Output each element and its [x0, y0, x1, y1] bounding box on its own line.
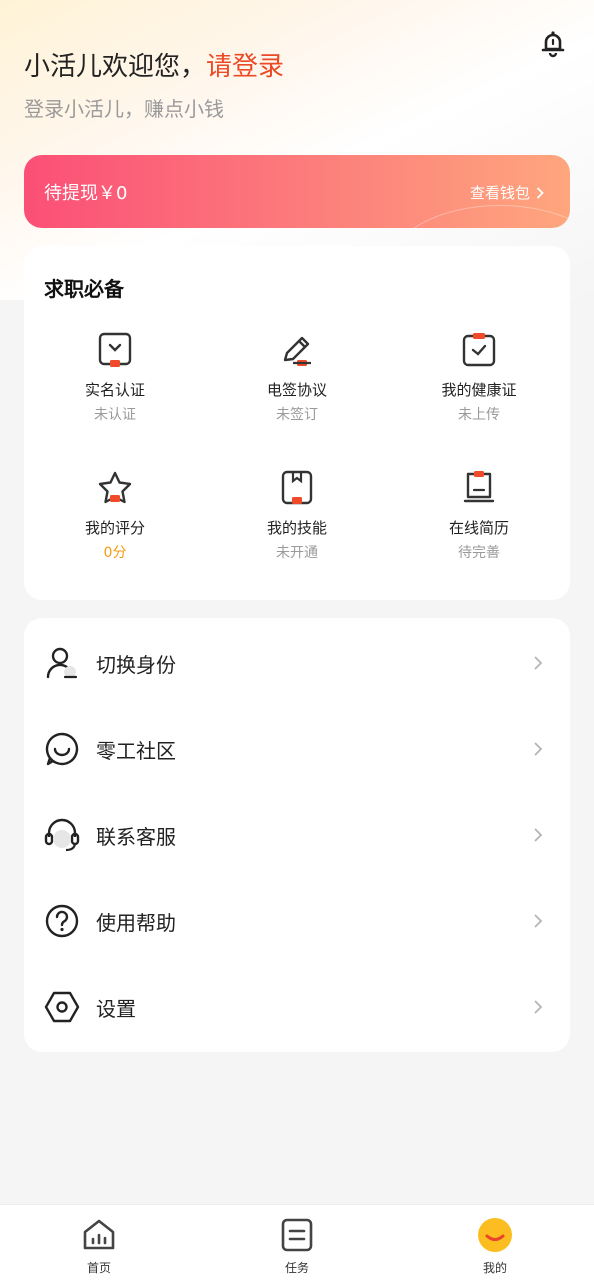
tab-mine[interactable]: 我的	[435, 1217, 555, 1276]
id-verify-icon	[98, 332, 132, 367]
tab-tasks[interactable]: 任务	[237, 1217, 357, 1276]
menu-item-contact-support[interactable]: 联系客服	[24, 792, 570, 878]
tab-home[interactable]: 首页	[39, 1217, 159, 1276]
grid-item-status: 未开通	[276, 545, 318, 561]
grid-item-status: 未签订	[276, 407, 318, 423]
grid-item-my-rating[interactable]: 我的评分 0分	[24, 468, 206, 562]
welcome-text: 小活儿欢迎您，	[24, 52, 207, 82]
chevron-right-icon	[536, 186, 544, 199]
grid-item-e-sign-agreement[interactable]: 电签协议 未签订	[206, 330, 388, 424]
grid-item-status: 0分	[103, 545, 127, 561]
menu-item-label: 零工社区	[96, 738, 176, 763]
grid-item-label: 我的评分	[84, 519, 145, 537]
grid-item-label: 实名认证	[84, 381, 145, 399]
grid-item-online-resume[interactable]: 在线简历 待完善	[388, 468, 570, 562]
login-link[interactable]: 请登录	[206, 52, 284, 82]
grid-item-my-skills[interactable]: 我的技能 未开通	[206, 468, 388, 562]
wallet-decoration	[390, 205, 570, 228]
notification-bell-icon[interactable]	[536, 26, 570, 60]
tab-label: 任务	[284, 1261, 309, 1275]
chevron-right-icon	[534, 656, 543, 670]
view-wallet-link[interactable]: 查看钱包	[470, 182, 544, 203]
menu-item-help[interactable]: 使用帮助	[24, 878, 570, 964]
bottom-tab-bar: 首页 任务 我的	[0, 1204, 594, 1280]
settings-icon	[44, 991, 80, 1023]
help-icon	[45, 904, 79, 938]
pending-withdrawal: 待提现￥0	[44, 183, 128, 204]
tab-label: 我的	[482, 1261, 507, 1275]
book-icon	[281, 470, 313, 505]
profile-smile-icon	[478, 1218, 512, 1252]
clipboard-check-icon	[462, 333, 496, 367]
settings-menu-card: 切换身份 零工社区 联系客服 使用帮助 设置	[24, 618, 570, 1052]
grid-item-status: 未上传	[458, 407, 500, 423]
view-wallet-label: 查看钱包	[469, 184, 530, 202]
job-essentials-card: 求职必备 实名认证 未认证 电签协议 未签订 我的健康证 未上传 我的评分 0分…	[24, 246, 570, 600]
menu-item-gig-community[interactable]: 零工社区	[24, 706, 570, 792]
wallet-banner[interactable]: 待提现￥0 查看钱包	[24, 155, 570, 228]
headset-icon	[44, 818, 80, 852]
pen-icon	[283, 336, 311, 366]
menu-item-label: 使用帮助	[96, 910, 176, 935]
menu-item-label: 切换身份	[96, 652, 176, 677]
welcome-heading: 小活儿欢迎您，请登录	[24, 50, 284, 84]
welcome-subtitle: 登录小活儿，赚点小钱	[24, 97, 224, 121]
task-icon	[281, 1218, 313, 1252]
switch-identity-icon	[46, 647, 78, 679]
home-icon	[83, 1219, 115, 1250]
job-essentials-title: 求职必备	[44, 277, 124, 301]
grid-item-label: 电签协议	[266, 381, 327, 399]
menu-item-label: 设置	[96, 996, 136, 1021]
chevron-right-icon	[534, 1000, 543, 1014]
grid-item-label: 我的健康证	[441, 381, 517, 399]
star-icon	[98, 471, 132, 504]
grid-item-real-name-verification[interactable]: 实名认证 未认证	[24, 330, 206, 424]
menu-item-switch-identity[interactable]: 切换身份	[24, 620, 570, 706]
grid-item-status: 未认证	[94, 407, 136, 423]
chevron-right-icon	[534, 742, 543, 756]
chevron-right-icon	[534, 828, 543, 842]
tab-label: 首页	[86, 1261, 111, 1275]
chat-bubble-icon	[45, 732, 79, 766]
resume-icon	[463, 471, 495, 503]
grid-item-label: 我的技能	[266, 519, 327, 537]
menu-item-settings[interactable]: 设置	[24, 964, 570, 1050]
grid-item-health-certificate[interactable]: 我的健康证 未上传	[388, 330, 570, 424]
chevron-right-icon	[534, 914, 543, 928]
menu-item-label: 联系客服	[96, 824, 176, 849]
grid-item-status: 待完善	[458, 545, 500, 561]
grid-item-label: 在线简历	[448, 519, 509, 537]
